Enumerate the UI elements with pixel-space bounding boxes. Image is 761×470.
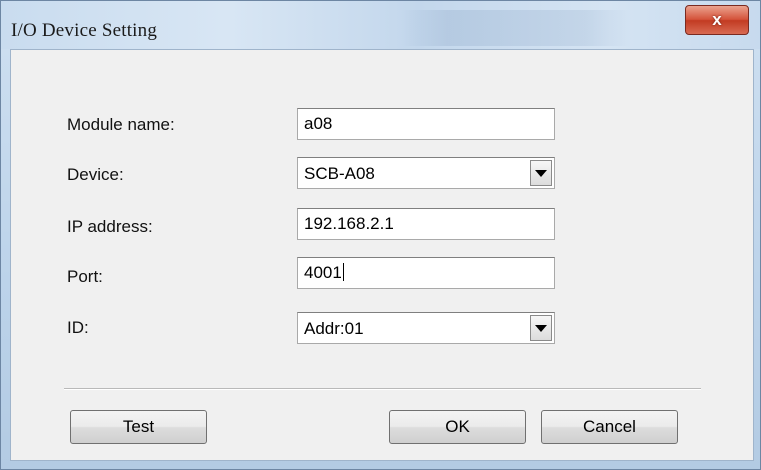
test-button[interactable]: Test — [70, 410, 207, 444]
module-name-label: Module name: — [67, 115, 175, 134]
close-icon: x — [712, 10, 722, 29]
id-dropdown-button[interactable] — [530, 315, 552, 341]
id-select-value: Addr:01 — [304, 319, 364, 338]
device-select[interactable]: SCB-A08 — [297, 157, 555, 189]
chevron-down-icon — [535, 324, 547, 332]
title-bar-background-text — [401, 10, 631, 46]
device-select-value: SCB-A08 — [304, 164, 375, 183]
port-input[interactable]: 4001 — [297, 257, 555, 289]
dialog-body: Module name: a08 Device: SCB-A08 IP addr… — [10, 49, 754, 461]
ip-address-input[interactable]: 192.168.2.1 — [297, 208, 555, 240]
ok-button[interactable]: OK — [389, 410, 526, 444]
module-name-input[interactable]: a08 — [297, 108, 555, 140]
close-button[interactable]: x — [685, 5, 749, 35]
id-select[interactable]: Addr:01 — [297, 312, 555, 344]
separator — [64, 388, 701, 390]
text-cursor — [342, 263, 344, 281]
chevron-down-icon — [535, 169, 547, 177]
dialog-window: I/O Device Setting x Module name: a08 De… — [0, 0, 761, 470]
device-label: Device: — [67, 165, 124, 184]
window-title: I/O Device Setting — [11, 20, 158, 41]
device-dropdown-button[interactable] — [530, 160, 552, 186]
ip-address-label: IP address: — [67, 217, 153, 236]
id-label: ID: — [67, 318, 89, 337]
title-bar[interactable]: I/O Device Setting x — [1, 1, 760, 49]
port-label: Port: — [67, 267, 103, 286]
cancel-button[interactable]: Cancel — [541, 410, 678, 444]
